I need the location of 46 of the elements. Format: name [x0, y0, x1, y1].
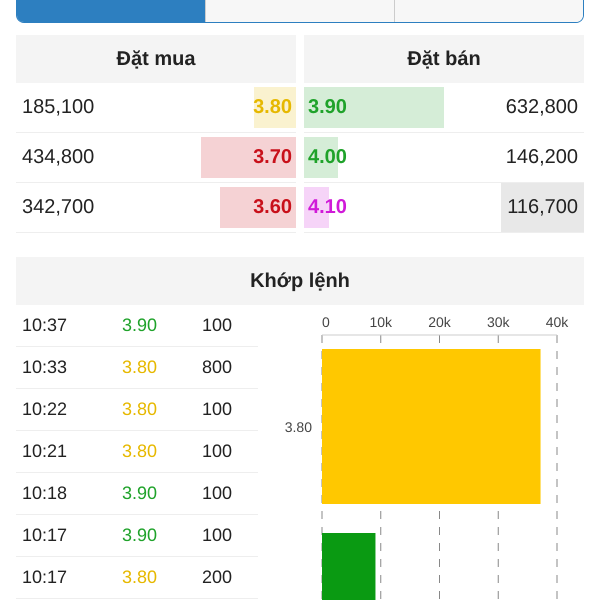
- axis-tick-label: 20k: [428, 314, 451, 330]
- axis-tick-label: 10k: [369, 314, 392, 330]
- trade-time: 10:17: [22, 567, 68, 588]
- sell-volume: 146,200: [504, 145, 579, 170]
- trade-volume: 100: [202, 483, 234, 504]
- price-axis-label: 3.80: [284, 419, 312, 435]
- trade-time: 10:18: [22, 483, 68, 504]
- sell-price: 3.90: [307, 96, 348, 119]
- tab[interactable]: [205, 0, 394, 22]
- volume-bar: [322, 533, 376, 600]
- buy-price: 3.80: [252, 96, 293, 119]
- trade-price: 3.80: [122, 441, 158, 462]
- buy-header: Đặt mua: [16, 35, 296, 83]
- buy-volume: 434,800: [21, 145, 96, 170]
- trade-volume: 100: [202, 315, 234, 336]
- trade-time: 10:17: [22, 525, 68, 546]
- axis-tick-label: 0: [322, 314, 330, 330]
- buy-volume: 185,100: [21, 95, 96, 120]
- trade-volume: 200: [202, 567, 234, 588]
- buy-price: 3.60: [252, 196, 293, 219]
- trade-volume: 100: [202, 441, 234, 462]
- sell-price: 4.00: [307, 146, 348, 169]
- trade-price: 3.80: [122, 567, 158, 588]
- buy-volume: 342,700: [21, 195, 96, 220]
- trade-price: 3.90: [122, 315, 158, 336]
- trade-price: 3.80: [122, 399, 158, 420]
- sell-header: Đặt bán: [304, 35, 584, 83]
- trade-time: 10:21: [22, 441, 68, 462]
- sell-volume: 116,700: [501, 183, 584, 232]
- buy-price: 3.70: [252, 146, 293, 169]
- trade-time: 10:33: [22, 357, 68, 378]
- trade-volume: 100: [202, 399, 234, 420]
- sell-price: 4.10: [307, 196, 348, 219]
- tab[interactable]: [17, 0, 205, 22]
- trade-time: 10:22: [22, 399, 68, 420]
- axis-tick-label: 30k: [486, 314, 510, 330]
- axis-tick-label: 40k: [546, 314, 568, 330]
- trade-time: 10:37: [22, 315, 68, 336]
- trade-volume: 100: [202, 525, 234, 546]
- trade-price: 3.80: [122, 357, 158, 378]
- trade-price: 3.90: [122, 525, 158, 546]
- trade-price: 3.90: [122, 483, 158, 504]
- trade-volume: 800: [202, 357, 234, 378]
- sell-volume: 632,800: [504, 95, 579, 120]
- tab[interactable]: [394, 0, 583, 22]
- matched-header: Khớp lệnh: [16, 257, 584, 305]
